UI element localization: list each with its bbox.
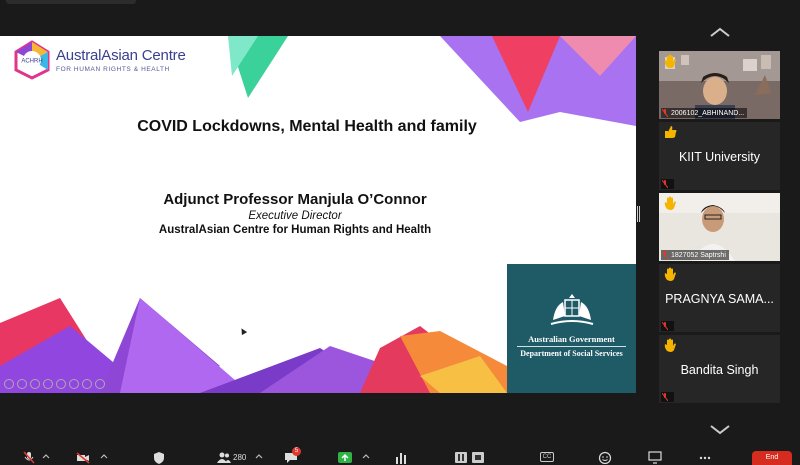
reactions-button[interactable]: [598, 450, 612, 464]
participant-tile[interactable]: Bandita Singh: [659, 335, 780, 403]
participants-icon: [217, 452, 231, 463]
coat-of-arms-icon: [550, 294, 594, 325]
pointer-tool-icon[interactable]: [43, 379, 53, 389]
muted-mic-icon: [23, 450, 35, 464]
achrh-logo: ACHRH AustralAsian Centre FOR HUMAN RIGH…: [12, 40, 186, 80]
slide-title: COVID Lockdowns, Mental Health and famil…: [137, 118, 477, 135]
presenter-name: Adjunct Professor Manjula O’Connor: [163, 191, 427, 208]
start-video-button[interactable]: [76, 450, 90, 464]
participants-button[interactable]: 280: [217, 450, 246, 464]
participant-status-tag: [661, 321, 674, 331]
share-options-chevron-icon[interactable]: [362, 450, 370, 463]
meeting-top-bar: [0, 0, 800, 34]
gallery-scroll-down-icon[interactable]: [709, 424, 731, 436]
australian-government-logo: Australian Government Department of Soci…: [507, 264, 636, 393]
participants-options-chevron-icon[interactable]: [255, 450, 263, 463]
meeting-toolbar: 280 5 CC End: [0, 447, 800, 465]
closed-caption-button[interactable]: CC: [540, 450, 554, 464]
raised-hand-icon: [664, 267, 676, 281]
bar-chart-icon: [396, 452, 406, 464]
audio-options-chevron-icon[interactable]: [42, 450, 50, 463]
share-screen-button[interactable]: [338, 450, 352, 464]
panel-resize-handle[interactable]: [637, 206, 640, 222]
participant-tile[interactable]: 2006102_ABHINAND...: [659, 51, 780, 119]
muted-mic-icon: [662, 180, 668, 188]
stop-share-button[interactable]: [472, 450, 486, 464]
shared-screen: ACHRH AustralAsian Centre FOR HUMAN RIGH…: [0, 36, 636, 393]
slides-grid-icon[interactable]: [56, 379, 66, 389]
presenter-organization: AustralAsian Centre for Human Rights and…: [158, 224, 432, 236]
logo-subtitle: FOR HUMAN RIGHTS & HEALTH: [56, 66, 170, 73]
raised-hand-icon: [664, 338, 676, 352]
participant-name: 1827052 Saptrshi: [671, 251, 726, 259]
department-name: Department of Social Services: [520, 349, 623, 358]
video-options-chevron-icon[interactable]: [100, 450, 108, 463]
share-screen-icon: [338, 451, 352, 463]
participant-name: KIIT University: [678, 150, 761, 164]
presenter-block: Adjunct Professor Manjula O’Connor Execu…: [0, 191, 590, 236]
participant-name: 2006102_ABHINAND...: [671, 109, 745, 117]
zoom-icon[interactable]: [69, 379, 79, 389]
muted-mic-icon: [662, 393, 668, 401]
monitor-icon: [648, 450, 662, 464]
participant-name: Bandita Singh: [680, 363, 759, 377]
participant-name-tag: 1827052 Saptrshi: [661, 250, 729, 260]
gallery-scroll-up-icon[interactable]: [709, 26, 731, 38]
thumbs-up-icon: [665, 126, 677, 138]
pause-share-button[interactable]: [455, 450, 469, 464]
next-slide-icon[interactable]: [17, 379, 27, 389]
pause-icon: [455, 451, 467, 463]
shield-icon: [154, 451, 164, 464]
participant-name: PRAGNYA SAMA...: [665, 292, 774, 306]
svg-text:ACHRH: ACHRH: [21, 59, 42, 65]
participant-status-tag: [661, 392, 674, 402]
chat-unread-badge: 5: [292, 447, 301, 456]
mute-button[interactable]: [22, 450, 36, 464]
achrh-logo-mark-icon: ACHRH: [14, 40, 50, 80]
more-options-icon[interactable]: [95, 379, 105, 389]
participant-tile[interactable]: 1827052 Saptrshi: [659, 193, 780, 261]
whiteboard-button[interactable]: [648, 450, 662, 464]
pen-tool-icon[interactable]: [30, 379, 40, 389]
muted-mic-icon: [662, 109, 668, 117]
participant-tile[interactable]: PRAGNYA SAMA...: [659, 264, 780, 332]
raised-hand-icon: [664, 54, 676, 68]
subtitle-icon[interactable]: [82, 379, 92, 389]
slide-controls: [4, 379, 105, 389]
muted-mic-icon: [662, 251, 668, 259]
participants-count: 280: [233, 452, 247, 462]
government-divider: [517, 346, 626, 347]
participant-name-tag: 2006102_ABHINAND...: [661, 108, 748, 118]
chat-button[interactable]: 5: [284, 447, 301, 464]
presenter-role: Executive Director: [248, 210, 342, 222]
participant-status-tag: [661, 179, 674, 189]
more-dots-icon: [699, 456, 711, 459]
end-meeting-button[interactable]: End: [752, 451, 792, 465]
reaction-emoji-icon: [598, 451, 612, 464]
window-tab[interactable]: [6, 0, 136, 4]
muted-mic-icon: [662, 322, 668, 330]
more-button[interactable]: [698, 450, 712, 464]
logo-title: AustralAsian Centre: [56, 47, 186, 64]
closed-caption-icon: CC: [540, 452, 554, 462]
previous-slide-icon[interactable]: [4, 379, 14, 389]
participant-tile[interactable]: KIIT University: [659, 122, 780, 190]
raised-hand-icon: [664, 196, 676, 210]
video-off-icon: [76, 451, 90, 464]
polls-button[interactable]: [394, 450, 408, 464]
stop-icon: [472, 451, 484, 463]
government-name: Australian Government: [528, 334, 615, 344]
security-button[interactable]: [152, 450, 166, 464]
